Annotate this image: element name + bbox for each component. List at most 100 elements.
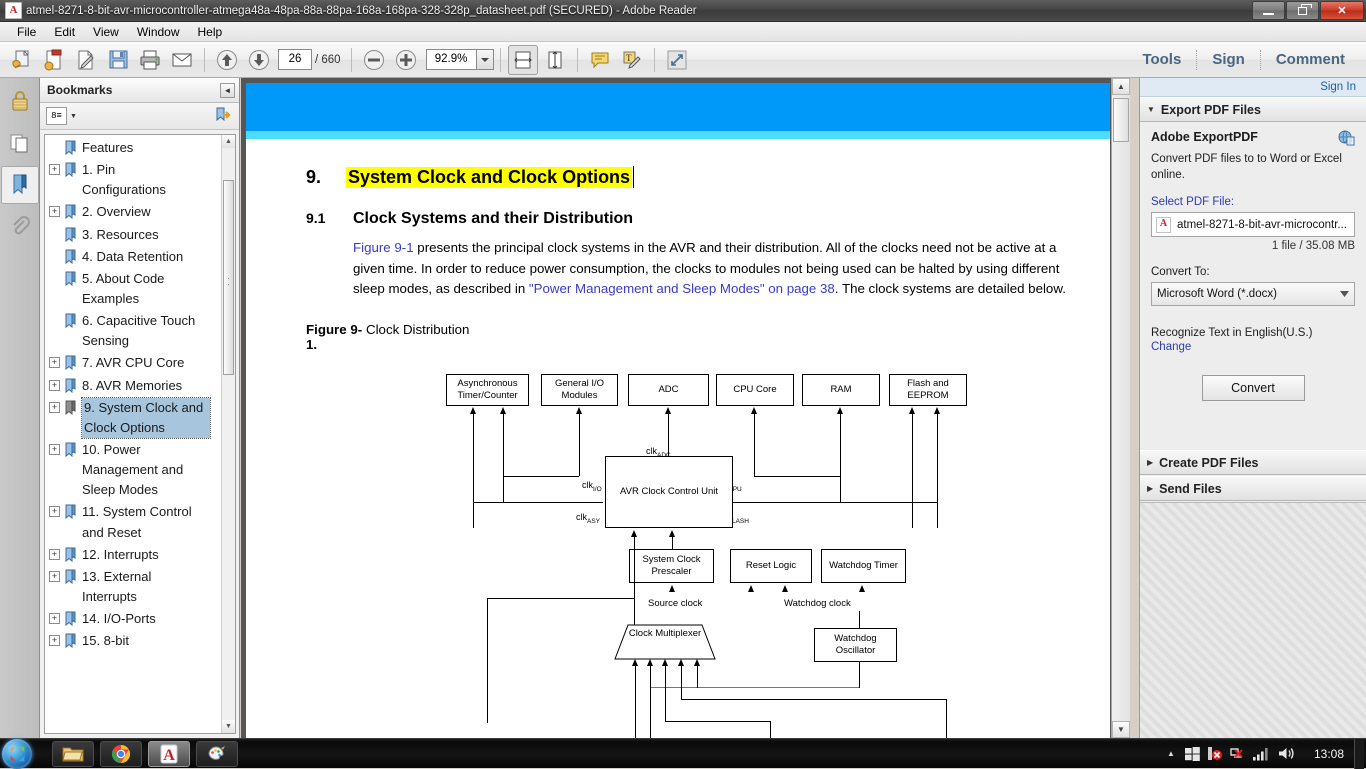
signal-bars-tray-item[interactable] [1248, 747, 1274, 761]
show-hidden-icons-button[interactable]: ▲ [1160, 749, 1182, 758]
scroll-down-icon: ▼ [1117, 725, 1125, 734]
email-button[interactable] [167, 45, 197, 75]
cross-reference-link[interactable]: "Power Management and Sleep Modes" on pa… [529, 281, 835, 296]
bookmark-item-io-ports[interactable]: + 14. I/O-Ports [45, 608, 221, 630]
expand-icon[interactable]: + [49, 613, 60, 625]
expand-icon[interactable]: + [49, 379, 60, 391]
highlight-text-button[interactable]: T [617, 45, 647, 75]
tab-comment[interactable]: Comment [1261, 42, 1360, 77]
attachments-button[interactable] [1, 208, 39, 246]
print-button[interactable] [135, 45, 165, 75]
document-scrollbar[interactable]: ▲ ▼ [1111, 78, 1130, 738]
bookmark-item-avr-memories[interactable]: + 8. AVR Memories [45, 375, 221, 397]
selected-file-field[interactable]: atmel-8271-8-bit-avr-microcontr... [1151, 212, 1355, 238]
section-header-send-files[interactable]: ▶ Send Files [1140, 476, 1366, 501]
expand-icon[interactable]: + [49, 164, 60, 176]
figure-link[interactable]: Figure 9-1 [353, 240, 414, 255]
expand-icon[interactable]: + [49, 506, 60, 518]
scrollbar-thumb[interactable] [223, 180, 234, 375]
globe-document-button[interactable] [1338, 130, 1355, 149]
section-header-export-pdf-files[interactable]: ▼ Export PDF Files [1140, 97, 1366, 122]
close-button[interactable]: ✕ [1320, 1, 1364, 20]
sign-document-button[interactable] [71, 45, 101, 75]
taskbar-clock[interactable]: 13:08 [1300, 747, 1354, 761]
expand-icon[interactable]: + [49, 443, 60, 455]
document-viewport[interactable]: 9. System Clock and Clock Options 9.1 Cl… [241, 78, 1130, 738]
show-desktop-button[interactable] [1354, 738, 1364, 769]
convert-format-select[interactable]: Microsoft Word (*.docx) [1151, 282, 1355, 307]
new-bookmark-button[interactable] [213, 107, 233, 125]
zoom-out-button[interactable] [359, 45, 389, 75]
bookmark-item-capacitive-touch-sensing[interactable]: 6. Capacitive Touch Sensing [45, 310, 221, 352]
menu-view[interactable]: View [84, 23, 128, 41]
tab-sign[interactable]: Sign [1197, 42, 1260, 77]
zoom-level-input[interactable]: 92.9% [425, 49, 476, 70]
convert-button[interactable]: Convert [1201, 374, 1305, 401]
bookmark-item-data-retention[interactable]: 4. Data Retention [45, 246, 221, 268]
bookmark-item-pin-configurations[interactable]: + 1. Pin Configurations [45, 159, 221, 201]
expand-icon[interactable]: + [49, 401, 60, 413]
expand-icon[interactable]: + [49, 570, 60, 582]
scroll-up-button[interactable]: ▲ [1112, 78, 1130, 95]
zoom-dropdown-button[interactable] [475, 49, 494, 70]
volume-tray-item[interactable] [1274, 746, 1300, 761]
menu-help[interactable]: Help [189, 23, 232, 41]
antivirus-alert-tray-item[interactable] [1204, 746, 1226, 761]
change-language-link[interactable]: Change [1151, 341, 1355, 353]
bookmark-item-8-bit[interactable]: + 15. 8-bit [45, 630, 221, 652]
page-number-input[interactable]: 26 [278, 49, 312, 70]
section-header-create-pdf-files[interactable]: ▶ Create PDF Files [1140, 450, 1366, 475]
save-button[interactable] [103, 45, 133, 75]
expand-icon[interactable]: + [49, 548, 60, 560]
sign-in-link[interactable]: Sign In [1320, 81, 1356, 93]
bookmark-item-system-clock-and-clock-options[interactable]: + 9. System Clock and Clock Options [45, 396, 221, 439]
bookmark-item-power-management-and-sleep-modes[interactable]: + 10. Power Management and Sleep Modes [45, 439, 221, 501]
scroll-up-button[interactable]: ▲ [222, 135, 235, 148]
fit-page-button[interactable] [540, 45, 570, 75]
scroll-down-button[interactable]: ▼ [1112, 721, 1130, 738]
network-disconnected-tray-item[interactable] [1226, 746, 1248, 761]
bookmark-item-external-interrupts[interactable]: + 13. External Interrupts [45, 566, 221, 608]
bookmark-options-caret[interactable]: ▼ [70, 113, 77, 120]
maximize-button[interactable] [1286, 1, 1319, 20]
bookmark-item-system-control-and-reset[interactable]: + 11. System Control and Reset [45, 501, 221, 543]
menu-file[interactable]: File [8, 23, 45, 41]
windows-start-orb-icon[interactable] [2, 738, 32, 769]
expand-icon[interactable]: + [49, 635, 60, 647]
minimize-button[interactable] [1252, 1, 1285, 20]
bookmark-item-about-code-examples[interactable]: 5. About Code Examples [45, 268, 221, 310]
page-thumbnails-button[interactable] [1, 124, 39, 162]
collapse-panel-button[interactable]: ◄ [220, 82, 235, 98]
taskbar-paint[interactable] [196, 740, 238, 767]
tab-tools[interactable]: Tools [1127, 42, 1196, 77]
taskbar-file-explorer[interactable] [52, 740, 94, 767]
previous-page-button[interactable] [212, 45, 242, 75]
menu-edit[interactable]: Edit [45, 23, 84, 41]
bookmark-item-interrupts[interactable]: + 12. Interrupts [45, 544, 221, 566]
zoom-in-button[interactable] [391, 45, 421, 75]
bookmark-icon [65, 442, 76, 458]
expand-icon[interactable]: + [49, 206, 60, 218]
windows-logo-tray-item[interactable] [1182, 746, 1204, 761]
scroll-down-button[interactable]: ▼ [222, 720, 235, 733]
fit-width-button[interactable] [507, 44, 538, 75]
taskbar-adobe-reader[interactable]: A [148, 740, 190, 767]
open-file-button[interactable] [7, 45, 37, 75]
menu-window[interactable]: Window [128, 23, 189, 41]
security-lock-button[interactable] [1, 82, 39, 120]
bookmark-options-button[interactable]: 8≡ [46, 107, 67, 125]
create-pdf-button[interactable] [39, 45, 69, 75]
taskbar-google-chrome[interactable] [100, 740, 142, 767]
sticky-note-button[interactable] [585, 45, 615, 75]
bookmark-item-resources[interactable]: 3. Resources [45, 224, 221, 246]
next-page-button[interactable] [244, 45, 274, 75]
scrollbar-thumb[interactable] [1113, 98, 1129, 142]
bookmarks-scrollbar[interactable]: ▲ ▼ [221, 135, 235, 733]
bookmark-item-features[interactable]: Features [45, 137, 221, 159]
bookmarks-button[interactable] [1, 166, 39, 204]
diagram-line [754, 413, 755, 476]
read-mode-button[interactable] [662, 45, 692, 75]
bookmark-item-overview[interactable]: + 2. Overview [45, 201, 221, 223]
expand-icon[interactable]: + [49, 357, 60, 369]
bookmark-item-avr-cpu-core[interactable]: + 7. AVR CPU Core [45, 352, 221, 374]
